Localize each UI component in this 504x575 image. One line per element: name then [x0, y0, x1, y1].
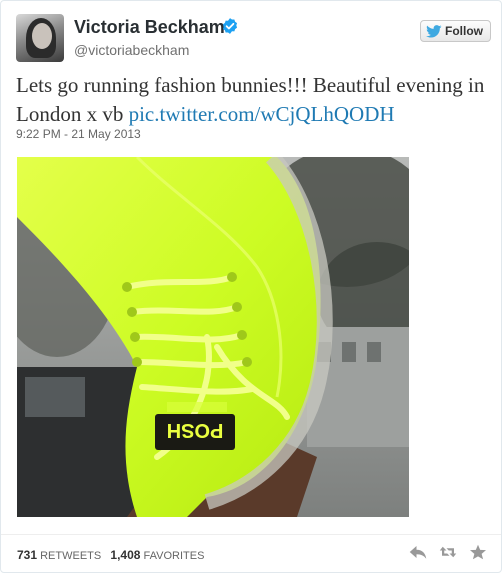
tweet-header: Victoria Beckham @victoriabeckham Follow [16, 14, 491, 62]
tweet-stats: 731 RETWEETS 1,408 FAVORITES [17, 548, 204, 562]
username[interactable]: @victoriabeckham [74, 42, 189, 58]
avatar[interactable] [16, 14, 64, 62]
tweet-card: Victoria Beckham @victoriabeckham Follow… [0, 0, 502, 573]
tweet-photo[interactable]: POSH [17, 157, 409, 517]
favorites-count[interactable]: 1,408 [110, 548, 140, 562]
follow-button[interactable]: Follow [420, 20, 491, 42]
twitter-bird-icon [426, 24, 442, 38]
retweets-label[interactable]: RETWEETS [40, 550, 101, 562]
retweets-count[interactable]: 731 [17, 548, 37, 562]
verified-badge-icon [222, 18, 238, 34]
favorite-icon[interactable] [469, 544, 487, 560]
divider [1, 534, 501, 535]
favorites-label[interactable]: FAVORITES [143, 550, 204, 562]
follow-button-label: Follow [445, 24, 483, 38]
display-name[interactable]: Victoria Beckham [74, 17, 225, 38]
shoe-photo-illustration: POSH [17, 157, 409, 517]
tweet-text: Lets go running fashion bunnies!!! Beaut… [16, 71, 486, 129]
reply-icon[interactable] [409, 544, 427, 560]
tweet-link[interactable]: pic.twitter.com/wCjQLhQODH [129, 102, 395, 126]
tweet-timestamp[interactable]: 9:22 PM - 21 May 2013 [16, 127, 141, 141]
retweet-icon[interactable] [439, 544, 457, 560]
tweet-actions [409, 544, 487, 560]
tongue-label: POSH [167, 419, 224, 441]
